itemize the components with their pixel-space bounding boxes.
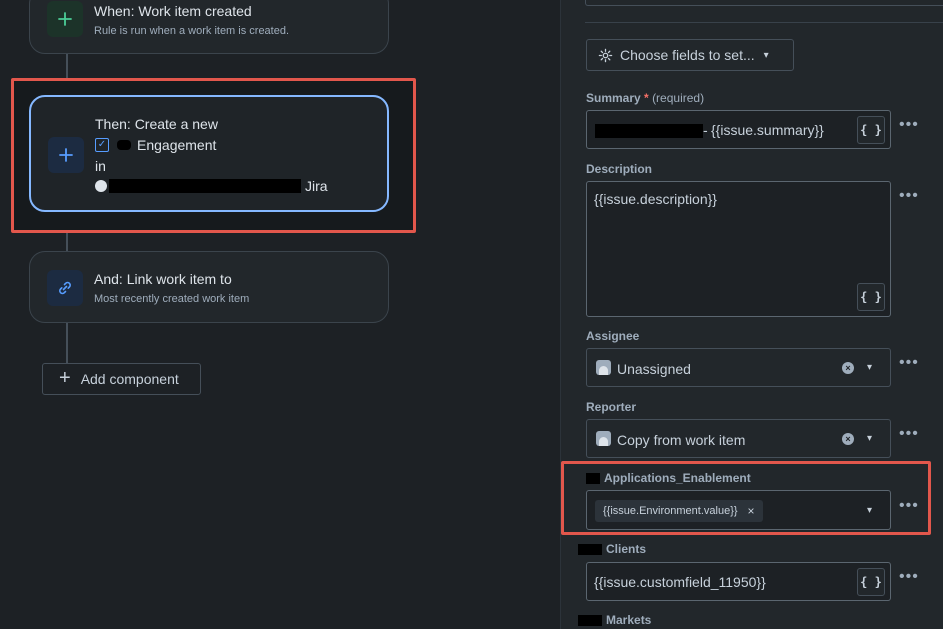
trigger-subtitle: Rule is run when a work item is created. — [94, 25, 290, 37]
redacted-block — [595, 124, 703, 138]
applications-more-button[interactable]: ••• — [899, 497, 919, 515]
action-in-label: in — [95, 158, 106, 174]
previous-field-input[interactable] — [585, 0, 943, 6]
reporter-more-button[interactable]: ••• — [899, 425, 919, 443]
chevron-down-icon[interactable]: ▾ — [867, 505, 872, 516]
chevron-down-icon: ▾ — [763, 49, 769, 61]
reporter-label: Reporter — [586, 400, 637, 414]
summary-more-button[interactable]: ••• — [899, 116, 919, 134]
assignee-value: Unassigned — [617, 361, 691, 377]
trigger-add-icon — [47, 1, 83, 37]
summary-value: {{issue.summary}} — [711, 122, 824, 138]
flow-connector — [66, 54, 68, 80]
clients-label: Clients — [578, 542, 646, 556]
action-issue-type: ✓ Engagement — [95, 137, 216, 153]
redacted-block — [578, 544, 602, 556]
assignee-label: Assignee — [586, 329, 640, 343]
choose-fields-label: Choose fields to set... — [620, 47, 755, 63]
summary-label: Summary * (required) — [586, 91, 704, 105]
action-config-panel: Choose fields to set... ▾ Summary * (req… — [560, 0, 943, 629]
redacted-block — [109, 179, 301, 193]
link-work-item-card[interactable]: And: Link work item to Most recently cre… — [29, 251, 389, 323]
smart-value-button[interactable]: { } — [857, 568, 885, 596]
applications-label-text: Applications_Enablement — [604, 471, 751, 485]
issue-type-label: Engagement — [137, 137, 217, 153]
plus-icon: + — [59, 367, 71, 389]
redacted-block — [586, 473, 600, 485]
summary-input[interactable]: - {{issue.summary}} { } — [586, 110, 891, 149]
clients-more-button[interactable]: ••• — [899, 568, 919, 586]
smart-value-button[interactable]: { } — [857, 116, 885, 144]
clients-input[interactable]: {{issue.customfield_11950}} { } — [586, 562, 891, 601]
divider — [585, 22, 943, 23]
clients-value: {{issue.customfield_11950}} — [594, 574, 766, 590]
choose-fields-button[interactable]: Choose fields to set... ▾ — [586, 39, 794, 71]
project-avatar-icon — [95, 180, 107, 192]
rule-canvas: When: Work item created Rule is run when… — [0, 0, 560, 629]
description-label: Description — [586, 162, 653, 176]
action-title: Then: Create a new — [95, 116, 218, 132]
flow-connector — [66, 233, 68, 251]
description-value: {{issue.description}} — [594, 191, 717, 207]
flow-connector — [66, 323, 68, 363]
action-project: Jira — [95, 178, 328, 194]
selected-tag: {{issue.Environment.value}} × — [595, 500, 763, 522]
assignee-more-button[interactable]: ••• — [899, 354, 919, 372]
avatar-icon — [596, 360, 611, 375]
chevron-down-icon[interactable]: ▾ — [867, 362, 872, 373]
action-add-icon — [48, 137, 84, 173]
clear-icon[interactable]: × — [842, 433, 854, 445]
tag-value: {{issue.Environment.value}} — [603, 505, 738, 517]
trigger-title: When: Work item created — [94, 3, 252, 19]
redacted-block — [117, 140, 131, 150]
gear-icon — [598, 48, 613, 62]
chevron-down-icon[interactable]: ▾ — [867, 433, 872, 444]
smart-value-button[interactable]: { } — [857, 283, 885, 311]
markets-label: Markets — [578, 613, 651, 627]
checkbox-icon: ✓ — [95, 138, 109, 152]
clear-icon[interactable]: × — [842, 362, 854, 374]
clients-label-text: Clients — [606, 542, 647, 556]
trigger-card[interactable]: When: Work item created Rule is run when… — [29, 0, 389, 54]
markets-label-text: Markets — [606, 613, 652, 627]
required-mark: * — [644, 91, 649, 105]
description-more-button[interactable]: ••• — [899, 187, 919, 205]
summary-prefix: - — [703, 122, 708, 138]
remove-tag-icon[interactable]: × — [748, 504, 755, 518]
reporter-select[interactable]: Copy from work item × ▾ — [586, 419, 891, 458]
applications-label: Applications_Enablement — [586, 471, 751, 485]
link-icon — [47, 270, 83, 306]
assignee-select[interactable]: Unassigned × ▾ — [586, 348, 891, 387]
reporter-value: Copy from work item — [617, 432, 746, 448]
project-suffix: Jira — [305, 178, 328, 194]
link-subtitle: Most recently created work item — [94, 293, 250, 305]
applications-multiselect[interactable]: {{issue.Environment.value}} × ▾ — [586, 490, 891, 530]
link-title: And: Link work item to — [94, 271, 232, 287]
create-work-item-card[interactable]: Then: Create a new ✓ Engagement in Jira — [29, 95, 389, 212]
redacted-block — [578, 615, 602, 627]
description-textarea[interactable]: {{issue.description}} { } — [586, 181, 891, 317]
summary-label-text: Summary — [586, 91, 641, 105]
required-text: (required) — [652, 91, 705, 105]
avatar-icon — [596, 431, 611, 446]
add-component-button[interactable]: + Add component — [42, 363, 201, 395]
add-component-label: Add component — [80, 371, 179, 387]
